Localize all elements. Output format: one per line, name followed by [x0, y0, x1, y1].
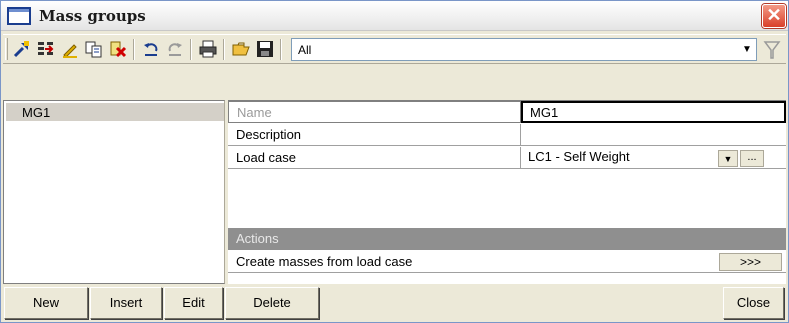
property-row-name[interactable]: Name MG1 — [228, 101, 786, 123]
action-label: Create masses from load case — [236, 254, 413, 269]
mass-groups-window: Mass groups ✕ All ▼ MG1 Name MG1 Descrip… — [0, 0, 789, 323]
toolbar-separator — [223, 39, 225, 60]
print-icon[interactable] — [197, 38, 219, 60]
action-row: Create masses from load case >>> — [228, 251, 786, 273]
new-item-icon[interactable] — [11, 38, 33, 60]
toolbar-separator — [190, 39, 192, 60]
chevron-down-icon[interactable]: ▼ — [738, 39, 756, 60]
close-button[interactable]: Close — [723, 287, 784, 319]
close-icon[interactable]: ✕ — [762, 4, 786, 28]
bottom-button-bar: New Insert Edit Delete Close — [3, 285, 786, 321]
delete-button[interactable]: Delete — [225, 287, 319, 319]
new-button[interactable]: New — [4, 287, 88, 319]
window-title: Mass groups — [39, 7, 146, 25]
load-case-more-button[interactable]: ... — [740, 150, 764, 167]
property-row-load-case[interactable]: Load case LC1 - Self Weight ▼ ... — [228, 147, 786, 169]
create-masses-button[interactable]: >>> — [719, 253, 782, 271]
window-icon — [7, 7, 31, 25]
funnel-icon[interactable] — [761, 39, 783, 61]
name-field[interactable]: MG1 — [521, 101, 786, 123]
delete-icon[interactable] — [107, 38, 129, 60]
property-label-name: Name — [228, 101, 521, 123]
toolbar: All ▼ — [3, 34, 786, 64]
filter-select[interactable]: All ▼ — [291, 38, 757, 61]
property-row-description[interactable]: Description — [228, 124, 786, 146]
list-item[interactable]: MG1 — [6, 103, 224, 121]
title-bar[interactable]: Mass groups ✕ — [1, 1, 788, 31]
mass-group-list[interactable]: MG1 — [3, 100, 225, 284]
toolbar-separator — [133, 39, 135, 60]
content-area: MG1 Name MG1 Description Load case LC1 -… — [3, 100, 786, 285]
toolbar-separator — [280, 39, 282, 60]
redo-icon[interactable] — [164, 38, 186, 60]
filter-value: All — [298, 43, 312, 57]
property-label-load-case: Load case — [228, 147, 521, 169]
insert-button[interactable]: Insert — [90, 287, 162, 319]
insert-icon[interactable] — [35, 38, 57, 60]
toolbar-grip[interactable] — [5, 38, 8, 60]
copy-icon[interactable] — [83, 38, 105, 60]
edit-icon[interactable] — [59, 38, 81, 60]
undo-icon[interactable] — [140, 38, 162, 60]
properties-grid: Name MG1 Description Load case LC1 - Sel… — [228, 100, 786, 284]
open-icon[interactable] — [230, 38, 252, 60]
property-label-description: Description — [228, 124, 521, 146]
save-icon[interactable] — [254, 38, 276, 60]
load-case-dropdown-button[interactable]: ▼ — [718, 150, 738, 167]
actions-header: Actions — [228, 228, 786, 250]
edit-button[interactable]: Edit — [164, 287, 223, 319]
description-field[interactable] — [521, 124, 786, 146]
